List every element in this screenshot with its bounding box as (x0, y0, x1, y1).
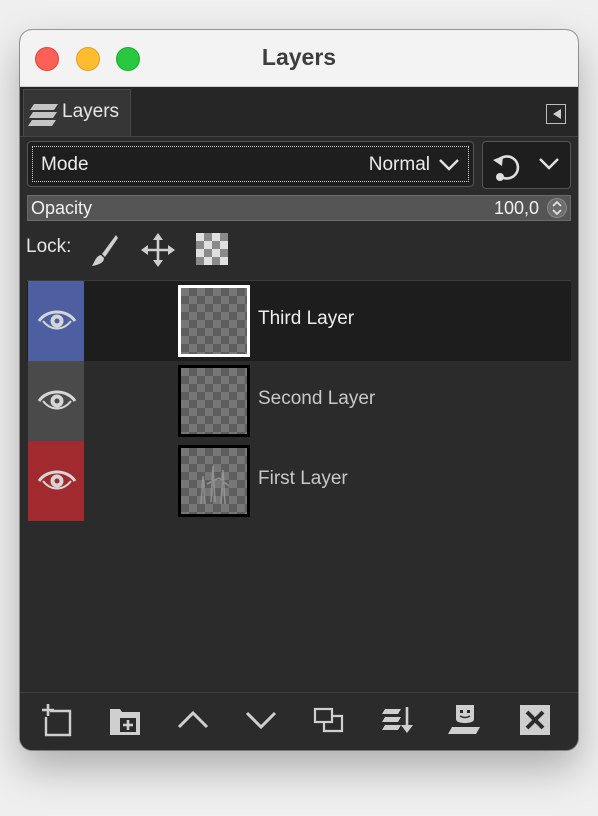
visibility-toggle[interactable] (28, 281, 84, 361)
layer-row-first[interactable]: First Layer (27, 441, 571, 521)
layer-content-preview (200, 465, 230, 505)
lock-pixels-icon[interactable] (88, 232, 120, 273)
mode-label: Mode (41, 154, 89, 175)
layers-icon (28, 98, 60, 135)
reset-composite-icon (491, 151, 523, 188)
window-title: Layers (261, 44, 337, 70)
layers-window: Layers Layers Mode Normal Opacity 100,0 … (20, 30, 578, 750)
tab-layers[interactable]: Layers (23, 89, 131, 136)
new-layer-icon (42, 704, 72, 737)
delete-layer-icon (520, 705, 550, 735)
composite-mode-button[interactable] (482, 141, 571, 189)
spin-arrows-icon (552, 201, 562, 215)
duplicate-layer-icon (313, 707, 344, 733)
layer-name[interactable]: First Layer (258, 468, 348, 490)
add-mask-icon (448, 705, 480, 734)
lock-row: Lock: (20, 228, 578, 272)
mode-value: Normal (368, 154, 430, 175)
layer-thumbnail (178, 365, 250, 437)
layer-name[interactable]: Second Layer (258, 388, 375, 410)
opacity-label: Opacity (31, 198, 93, 218)
visibility-toggle[interactable] (28, 441, 84, 521)
layers-toolbar (20, 692, 578, 750)
new-layer-button[interactable] (40, 703, 74, 737)
opacity-value: 100,0 (493, 198, 539, 218)
lock-label: Lock: (26, 236, 72, 257)
layers-list: Third Layer Second Layer First Layer (27, 280, 571, 691)
eye-icon (37, 310, 77, 330)
duplicate-layer-button[interactable] (312, 703, 346, 737)
merge-down-button[interactable] (380, 703, 414, 737)
add-mask-button[interactable] (448, 703, 482, 737)
opacity-slider[interactable]: Opacity 100,0 (27, 195, 571, 221)
mode-focus-ring: Mode Normal (32, 146, 469, 182)
tab-menu-button[interactable] (546, 104, 566, 124)
raise-layer-button[interactable] (176, 703, 210, 737)
new-layer-group-button[interactable] (108, 703, 142, 737)
layer-name[interactable]: Third Layer (258, 308, 354, 330)
lock-position-icon[interactable] (140, 232, 176, 273)
visibility-toggle[interactable] (28, 361, 84, 441)
delete-layer-button[interactable] (518, 703, 552, 737)
chevron-down-icon (538, 157, 560, 176)
eye-icon (37, 390, 77, 410)
new-layer-group-icon (110, 709, 140, 735)
tab-menu-icon (553, 109, 561, 119)
chevron-down-icon (438, 158, 460, 177)
lock-alpha-icon[interactable] (195, 232, 229, 271)
raise-layer-icon (177, 710, 209, 729)
dock-tab-strip: Layers (20, 87, 578, 137)
eye-icon (37, 470, 77, 490)
merge-down-icon (382, 707, 413, 733)
layer-thumbnail (178, 285, 250, 357)
lower-layer-icon (245, 711, 277, 730)
layer-row-second[interactable]: Second Layer (27, 361, 571, 441)
tab-layers-label: Layers (62, 101, 120, 122)
lower-layer-button[interactable] (244, 703, 278, 737)
opacity-spin-button[interactable] (547, 198, 567, 218)
title-bar: Layers (20, 30, 578, 87)
layer-row-third[interactable]: Third Layer (27, 281, 571, 361)
mode-dropdown[interactable]: Mode Normal (27, 141, 474, 187)
layer-thumbnail (178, 445, 250, 517)
